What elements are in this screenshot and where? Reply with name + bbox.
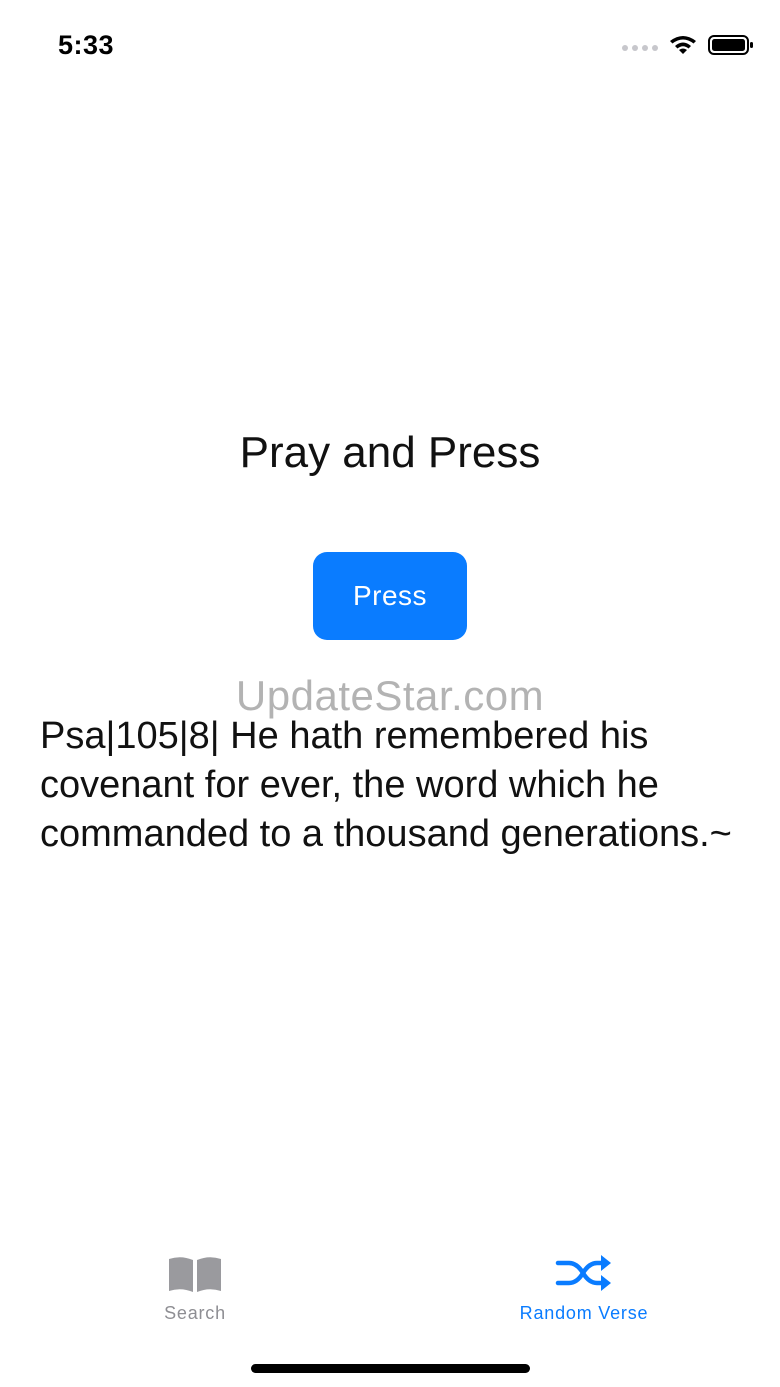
verse-text: Psa|105|8| He hath remembered his covena… (40, 715, 732, 855)
tab-search-label: Search (164, 1303, 226, 1323)
book-icon (166, 1245, 224, 1293)
home-indicator (251, 1364, 530, 1373)
status-bar: 5:33 (0, 0, 780, 90)
tab-search[interactable]: Search (65, 1245, 325, 1340)
press-button[interactable]: Press (313, 552, 467, 640)
wifi-icon (668, 34, 698, 61)
battery-icon (708, 34, 754, 61)
tab-random-verse[interactable]: Random Verse (454, 1245, 714, 1340)
shuffle-icon (555, 1245, 613, 1293)
status-time: 5:33 (58, 30, 115, 60)
status-icons (622, 34, 754, 61)
signal-dots-icon (622, 44, 658, 51)
tab-random-verse-label: Random Verse (519, 1303, 649, 1323)
tab-bar: Search Random Verse (0, 1245, 780, 1345)
page-title: Pray and Press (239, 428, 541, 477)
